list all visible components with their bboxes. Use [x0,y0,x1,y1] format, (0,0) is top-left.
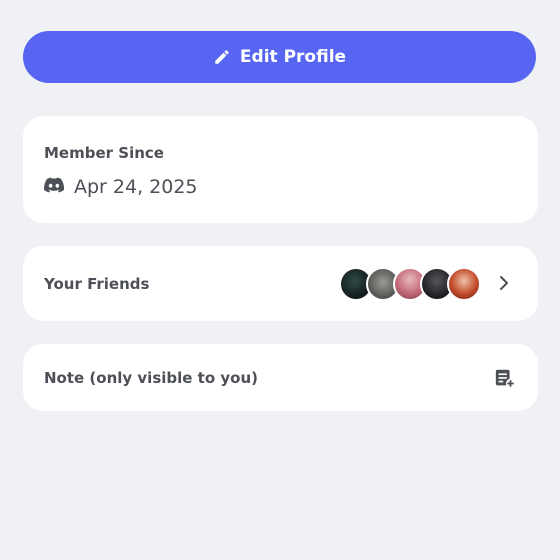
your-friends-label: Your Friends [44,275,150,293]
friend-avatar [447,267,481,301]
member-since-title: Member Since [44,144,164,162]
chevron-right-icon[interactable] [497,273,511,293]
note-label: Note (only visible to you) [44,369,258,387]
profile-panel: Edit Profile Member Since Apr 24, 2025 Y… [0,0,560,560]
member-since-card: Member Since Apr 24, 2025 [23,116,538,223]
member-since-row: Apr 24, 2025 [44,176,198,198]
pencil-icon [213,48,231,66]
friend-avatars [339,267,484,301]
note-card[interactable]: Note (only visible to you) [23,344,538,411]
note-add-icon[interactable] [494,367,516,389]
edit-profile-label: Edit Profile [239,47,347,67]
member-since-date: Apr 24, 2025 [74,176,198,198]
your-friends-card[interactable]: Your Friends [23,246,538,321]
discord-icon [44,177,65,197]
edit-profile-button[interactable]: Edit Profile [23,31,536,83]
